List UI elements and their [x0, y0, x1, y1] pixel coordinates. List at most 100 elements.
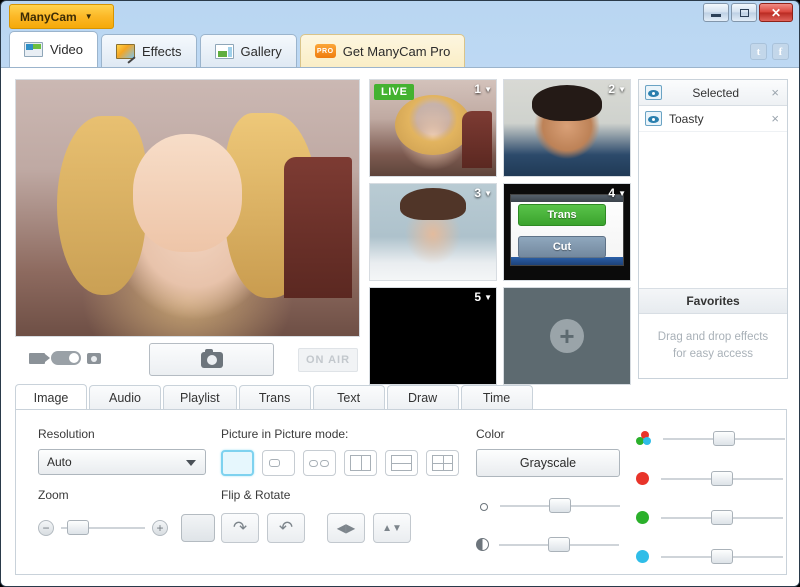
- red-row: [636, 470, 785, 486]
- green-channel-icon: [636, 511, 649, 524]
- list-item[interactable]: Toasty ×: [639, 106, 787, 132]
- video-camera-icon: [29, 352, 50, 364]
- flip-rotate-group: Flip & Rotate ↷ ↶ ◀▶ ▲▼: [221, 488, 411, 543]
- flip-horizontal-button[interactable]: ◀▶: [327, 513, 365, 543]
- favorites-header: Favorites: [639, 288, 787, 314]
- zoom-in-button[interactable]: +: [152, 520, 168, 536]
- thumbnail-5-number[interactable]: 5 ▼: [474, 290, 492, 304]
- blue-slider[interactable]: [661, 548, 783, 564]
- thumb-num-label: 5: [474, 290, 482, 304]
- pip-mode-full-screen[interactable]: [221, 450, 254, 476]
- pip-mode-two-inset[interactable]: [303, 450, 336, 476]
- thumbnail-2-number[interactable]: 2 ▼: [608, 82, 626, 96]
- green-row: [636, 509, 785, 525]
- resolution-select[interactable]: Auto: [38, 449, 206, 475]
- flip-rotate-buttons: ↷ ↶ ◀▶ ▲▼: [221, 513, 411, 543]
- thumbnail-4-number[interactable]: 4 ▼: [608, 186, 626, 200]
- green-slider-handle[interactable]: [711, 509, 733, 525]
- resolution-value: Auto: [47, 455, 72, 469]
- tab-get-manycam-pro[interactable]: PRO Get ManyCam Pro: [299, 34, 466, 67]
- tab-time[interactable]: Time: [460, 385, 533, 410]
- tab-draw[interactable]: Draw: [386, 385, 459, 410]
- saturation-icon: [636, 431, 651, 446]
- brightness-slider-handle[interactable]: [549, 498, 571, 513]
- zoom-reset-button[interactable]: [181, 514, 215, 542]
- brightness-contrast-group: [476, 498, 620, 552]
- rotate-left-button[interactable]: ↶: [267, 513, 305, 543]
- zoom-slider[interactable]: [61, 520, 145, 535]
- zoom-label: Zoom: [38, 488, 69, 502]
- pip-mode-vertical-split[interactable]: [344, 450, 377, 476]
- manycam-menu-button[interactable]: ManyCam ▼: [9, 4, 114, 29]
- contrast-icon: [476, 538, 489, 551]
- preview-image: [16, 80, 359, 336]
- contrast-slider[interactable]: [499, 536, 619, 552]
- rotate-right-button[interactable]: ↷: [221, 513, 259, 543]
- chevron-down-icon: ▼: [618, 188, 626, 198]
- tab-video-label: Video: [50, 42, 84, 57]
- remove-effect-icon[interactable]: ×: [769, 111, 781, 126]
- minimize-button[interactable]: [703, 3, 729, 22]
- brightness-slider[interactable]: [500, 498, 620, 513]
- cut-overlay-button[interactable]: Cut: [518, 236, 606, 258]
- contrast-slider-handle[interactable]: [548, 536, 570, 552]
- add-source-button[interactable]: +: [503, 287, 631, 385]
- plus-icon: +: [550, 319, 584, 353]
- saturation-slider-handle[interactable]: [713, 430, 735, 446]
- pro-badge-icon: PRO: [314, 44, 336, 58]
- video-photo-toggle[interactable]: [29, 351, 101, 365]
- gallery-icon: [214, 43, 234, 59]
- preview-video-surface[interactable]: [15, 79, 360, 337]
- zoom-out-button[interactable]: −: [38, 520, 54, 536]
- pip-mode-horizontal-split[interactable]: [385, 450, 418, 476]
- tab-audio[interactable]: Audio: [89, 385, 161, 410]
- thumbnail-5[interactable]: 5 ▼: [369, 287, 497, 385]
- flip-vertical-button[interactable]: ▲▼: [373, 513, 411, 543]
- red-slider[interactable]: [661, 470, 783, 486]
- close-button[interactable]: ✕: [759, 3, 793, 22]
- image-settings-panel: Resolution Auto Zoom − + Picture in Pict…: [15, 409, 787, 575]
- tab-image[interactable]: Image: [15, 384, 87, 410]
- thumbnail-3[interactable]: 3 ▼: [369, 183, 497, 281]
- tab-trans[interactable]: Trans: [238, 385, 311, 410]
- thumbnail-1-number[interactable]: 1 ▼: [474, 82, 492, 96]
- tab-effects[interactable]: Effects: [101, 34, 197, 67]
- tab-pro-label: Get ManyCam Pro: [342, 43, 451, 59]
- red-slider-handle[interactable]: [711, 470, 733, 486]
- pip-mode-quad-split[interactable]: [426, 450, 459, 476]
- preview-toolbar: ON AIR: [15, 343, 360, 379]
- mode-switch[interactable]: [51, 351, 81, 365]
- pip-mode-small-inset[interactable]: [262, 450, 295, 476]
- tab-gallery[interactable]: Gallery: [199, 34, 297, 67]
- selected-effects-list: Toasty ×: [639, 106, 787, 288]
- brightness-row: [476, 498, 620, 513]
- selected-close-icon[interactable]: ×: [769, 85, 781, 100]
- grayscale-button[interactable]: Grayscale: [476, 449, 620, 477]
- manycam-menu-label: ManyCam: [20, 9, 77, 24]
- eye-icon[interactable]: [645, 111, 662, 126]
- maximize-button[interactable]: [731, 3, 757, 22]
- brightness-icon: [476, 499, 490, 513]
- thumbnail-1[interactable]: LIVE 1 ▼: [369, 79, 497, 177]
- tab-playlist[interactable]: Playlist: [163, 385, 237, 410]
- tab-video[interactable]: Video: [9, 31, 99, 67]
- chevron-down-icon: [186, 460, 196, 466]
- trans-overlay-button[interactable]: Trans: [518, 204, 606, 226]
- zoom-slider-handle[interactable]: [67, 520, 89, 535]
- tab-text[interactable]: Text: [312, 385, 385, 410]
- thumbnail-4[interactable]: Trans Cut 4 ▼: [503, 183, 631, 281]
- thumbnail-3-number[interactable]: 3 ▼: [474, 186, 492, 200]
- rgb-sliders-group: [636, 430, 785, 564]
- tab-effects-label: Effects: [142, 43, 182, 59]
- on-air-indicator: ON AIR: [298, 348, 358, 372]
- green-slider[interactable]: [661, 509, 783, 525]
- favorites-empty-hint: Drag and drop effects for easy access: [639, 314, 787, 378]
- favorites-hint-line-2: for easy access: [673, 348, 753, 360]
- color-label: Color: [476, 427, 505, 441]
- shutter-button[interactable]: [149, 343, 274, 376]
- saturation-slider[interactable]: [663, 430, 785, 446]
- thumbnail-2[interactable]: 2 ▼: [503, 79, 631, 177]
- selected-header: Selected ×: [639, 80, 787, 106]
- blue-slider-handle[interactable]: [711, 548, 733, 564]
- main-preview[interactable]: [15, 79, 360, 337]
